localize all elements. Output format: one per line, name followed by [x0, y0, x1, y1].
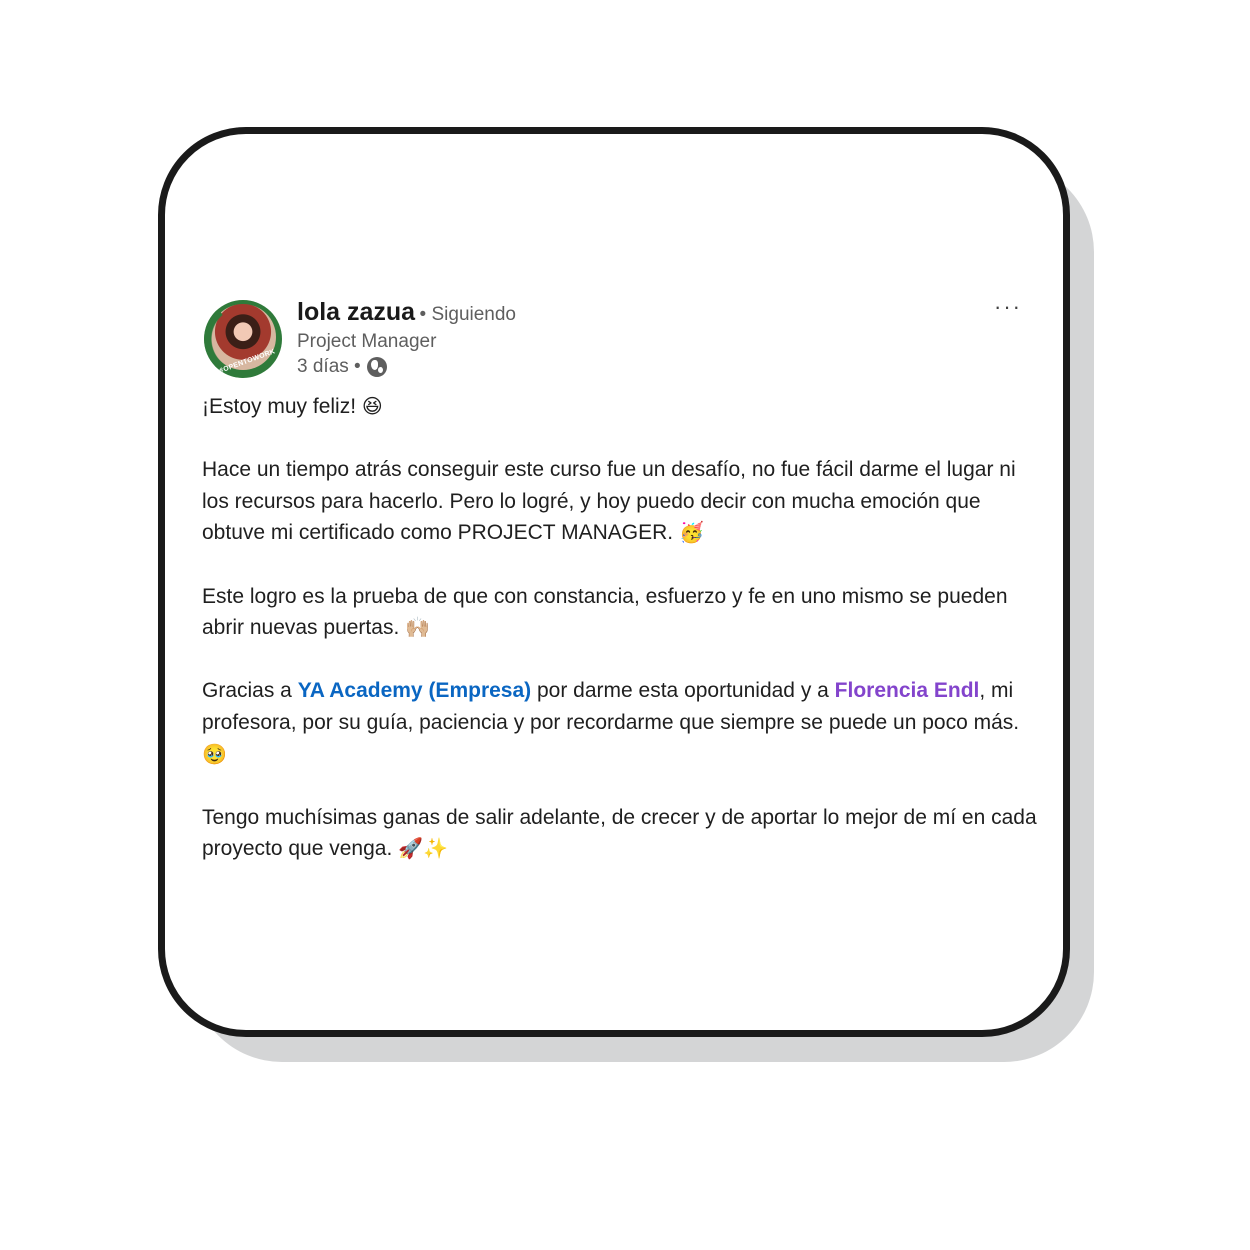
paragraph-4: Gracias a YA Academy (Empresa) por darme… [202, 675, 1042, 770]
author-name[interactable]: lola zazua [297, 298, 415, 326]
paragraph-4-text-b: por darme esta oportunidad y a [531, 679, 835, 703]
post-body: ¡Estoy muy feliz! 😆 Hace un tiempo atrás… [202, 391, 1042, 897]
partying-face-icon: 🥳 [678, 520, 704, 545]
globe-icon [366, 357, 387, 377]
paragraph-3: Este logro es la prueba de que con const… [202, 581, 1042, 644]
company-mention-link[interactable]: YA Academy (Empresa) [298, 679, 531, 702]
paragraph-4-text-a: Gracias a [202, 679, 298, 703]
paragraph-3-text: Este logro es la prueba de que con const… [202, 584, 1008, 640]
post-meta: 3 días • [297, 356, 387, 378]
person-mention-link[interactable]: Florencia Endl [835, 679, 980, 702]
pleading-face-icon: 🥹 [202, 741, 227, 766]
follow-status: • Siguiendo [419, 304, 516, 325]
paragraph-1: ¡Estoy muy feliz! 😆 [202, 391, 1042, 423]
paragraph-1-text: ¡Estoy muy feliz! [202, 395, 357, 418]
author-line: lola zazua • Siguiendo [297, 298, 516, 327]
author-title: Project Manager [297, 331, 437, 352]
paragraph-5: Tengo muchísimas ganas de salir adelante… [202, 802, 1042, 865]
raising-hands-icon: 🙌🏼 [405, 615, 431, 640]
grinning-squinting-face-icon: 😆 [361, 394, 383, 418]
more-options-button[interactable]: ··· [994, 294, 1022, 320]
paragraph-2-text: Hace un tiempo atrás conseguir este curs… [202, 458, 1016, 545]
paragraph-5-text: Tengo muchísimas ganas de salir adelante… [202, 805, 1037, 861]
avatar[interactable]: #OPENTOWORK [204, 300, 282, 378]
post-header: #OPENTOWORK lola zazua • Siguiendo Proje… [204, 294, 1034, 382]
rocket-sparkles-icon: 🚀✨ [398, 836, 448, 861]
paragraph-2: Hace un tiempo atrás conseguir este curs… [202, 454, 1042, 549]
post-timestamp: 3 días • [297, 356, 361, 377]
